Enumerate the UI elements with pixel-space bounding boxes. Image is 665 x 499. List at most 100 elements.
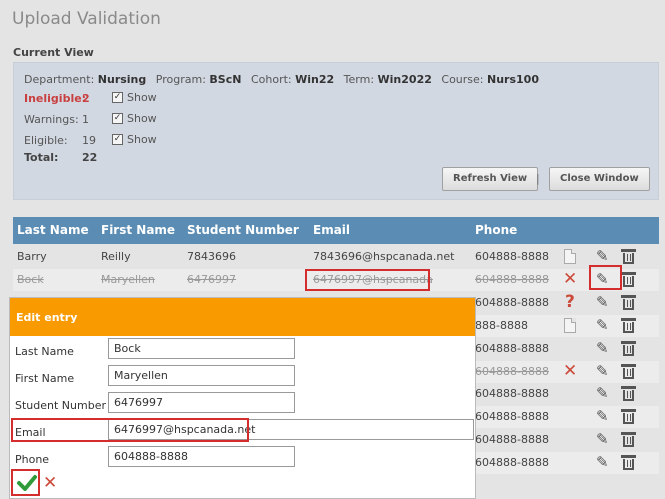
- phone-cell: 604888-8888: [475, 387, 549, 400]
- email-field-highlight: [11, 418, 249, 442]
- checkbox-icon[interactable]: ✓: [112, 134, 123, 145]
- delete-trash-icon[interactable]: [621, 318, 636, 333]
- edit-pencil-icon[interactable]: ✎: [596, 294, 612, 310]
- phone-cell: 604888-8888: [475, 342, 549, 355]
- trash-lid: [621, 409, 636, 412]
- checkbox-icon[interactable]: ✓: [112, 113, 123, 124]
- course-label: Course:: [441, 73, 484, 86]
- col-email[interactable]: Email: [313, 223, 350, 237]
- trash-body: [623, 459, 634, 470]
- warnings-label: Warnings:: [24, 113, 79, 126]
- show-eligible-label: Show: [127, 133, 157, 146]
- term-value: Win2022: [377, 73, 432, 86]
- first-name-cell: Reilly: [101, 250, 131, 263]
- delete-trash-icon[interactable]: [621, 341, 636, 356]
- cohort-label: Cohort:: [250, 73, 292, 86]
- col-first-name[interactable]: First Name: [101, 223, 175, 237]
- trash-body: [623, 368, 634, 379]
- trash-lid: [621, 341, 636, 344]
- student-number-label: Student Number: [15, 399, 106, 412]
- student-number-cell: 6476997: [187, 273, 236, 286]
- button-separator: |: [536, 172, 540, 185]
- eligible-stat: Eligible: 19: [24, 134, 112, 147]
- edit-pencil-icon[interactable]: ✎: [596, 340, 612, 356]
- show-eligible-checkbox[interactable]: ✓ Show: [112, 133, 157, 146]
- edit-pencil-icon[interactable]: ✎: [596, 431, 612, 447]
- email-cell: 7843696@hspcanada.net: [313, 250, 455, 263]
- document-icon[interactable]: [564, 318, 576, 333]
- trash-body: [623, 322, 634, 333]
- show-ineligible-checkbox[interactable]: ✓ Show: [112, 91, 157, 104]
- trash-body: [623, 413, 634, 424]
- show-warnings-checkbox[interactable]: ✓ Show: [112, 112, 157, 125]
- email-error-highlight: [305, 269, 430, 291]
- trash-lid: [621, 249, 636, 252]
- trash-body: [623, 253, 634, 264]
- delete-trash-icon[interactable]: [621, 272, 636, 287]
- trash-body: [623, 276, 634, 287]
- cancel-x-icon[interactable]: ✕: [43, 473, 57, 493]
- delete-trash-icon[interactable]: [621, 409, 636, 424]
- eligible-label: Eligible:: [24, 134, 68, 147]
- term-label: Term:: [343, 73, 375, 86]
- warnings-count: 1: [82, 113, 89, 126]
- trash-lid: [621, 455, 636, 458]
- program-label: Program:: [155, 73, 206, 86]
- trash-body: [623, 390, 634, 401]
- delete-trash-icon[interactable]: [621, 364, 636, 379]
- confirm-highlight: [11, 469, 40, 496]
- error-x-icon[interactable]: ✕: [563, 363, 579, 380]
- delete-trash-icon[interactable]: [621, 386, 636, 401]
- checkbox-icon[interactable]: ✓: [112, 92, 123, 103]
- department-label: Department:: [24, 73, 95, 86]
- total-count: 22: [82, 151, 98, 164]
- last-name-cell: Barry: [17, 250, 47, 263]
- trash-body: [623, 436, 634, 447]
- trash-lid: [621, 272, 636, 275]
- student-number-cell: 7843696: [187, 250, 236, 263]
- error-x-icon[interactable]: ✕: [563, 271, 579, 288]
- delete-trash-icon[interactable]: [621, 432, 636, 447]
- student-number-field[interactable]: 6476997: [108, 392, 295, 413]
- col-phone[interactable]: Phone: [475, 223, 517, 237]
- phone-cell: 604888-8888: [475, 433, 549, 446]
- delete-trash-icon[interactable]: [621, 295, 636, 310]
- warning-question-icon[interactable]: ?: [565, 294, 581, 311]
- phone-cell: 604888-8888: [475, 365, 549, 378]
- phone-cell: 604888-8888: [475, 250, 549, 263]
- last-name-field[interactable]: Bock: [108, 338, 295, 359]
- phone-label: Phone: [15, 453, 50, 466]
- ineligible-count: 2: [82, 92, 90, 105]
- edit-entry-dialog: Edit entry Last Name Bock First Name Mar…: [9, 297, 476, 499]
- edit-pencil-icon[interactable]: ✎: [596, 317, 612, 333]
- delete-trash-icon[interactable]: [621, 455, 636, 470]
- edit-pencil-icon[interactable]: ✎: [596, 408, 612, 424]
- cohort-value: Win22: [295, 73, 335, 86]
- phone-cell: 888-8888: [475, 319, 528, 332]
- col-last-name[interactable]: Last Name: [17, 223, 89, 237]
- refresh-view-button[interactable]: Refresh View: [442, 167, 539, 191]
- ineligible-label: Ineligible:: [24, 92, 87, 105]
- table-header: Last Name First Name Student Number Emai…: [13, 217, 659, 244]
- edit-button-highlight: [589, 265, 622, 290]
- phone-cell: 604888-8888: [475, 456, 549, 469]
- edit-pencil-icon[interactable]: ✎: [596, 385, 612, 401]
- trash-lid: [621, 432, 636, 435]
- edit-pencil-icon[interactable]: ✎: [596, 363, 612, 379]
- phone-field[interactable]: 604888-8888: [108, 446, 295, 467]
- delete-trash-icon[interactable]: [621, 249, 636, 264]
- last-name-cell: Bock: [17, 273, 44, 286]
- ineligible-stat: Ineligible:2: [24, 92, 112, 105]
- last-name-label: Last Name: [15, 345, 74, 358]
- edit-pencil-icon[interactable]: ✎: [596, 454, 612, 470]
- total-stat: Total: 22: [24, 151, 112, 164]
- department-value: Nursing: [97, 73, 147, 86]
- trash-lid: [621, 295, 636, 298]
- context-line: Department: Nursing Program: BScN Cohort…: [24, 73, 545, 86]
- document-icon[interactable]: [564, 249, 576, 264]
- edit-pencil-icon[interactable]: ✎: [596, 248, 612, 264]
- close-window-button[interactable]: Close Window: [549, 167, 650, 191]
- phone-cell: 604888-8888: [475, 273, 549, 286]
- col-student-number[interactable]: Student Number: [187, 223, 299, 237]
- first-name-field[interactable]: Maryellen: [108, 365, 295, 386]
